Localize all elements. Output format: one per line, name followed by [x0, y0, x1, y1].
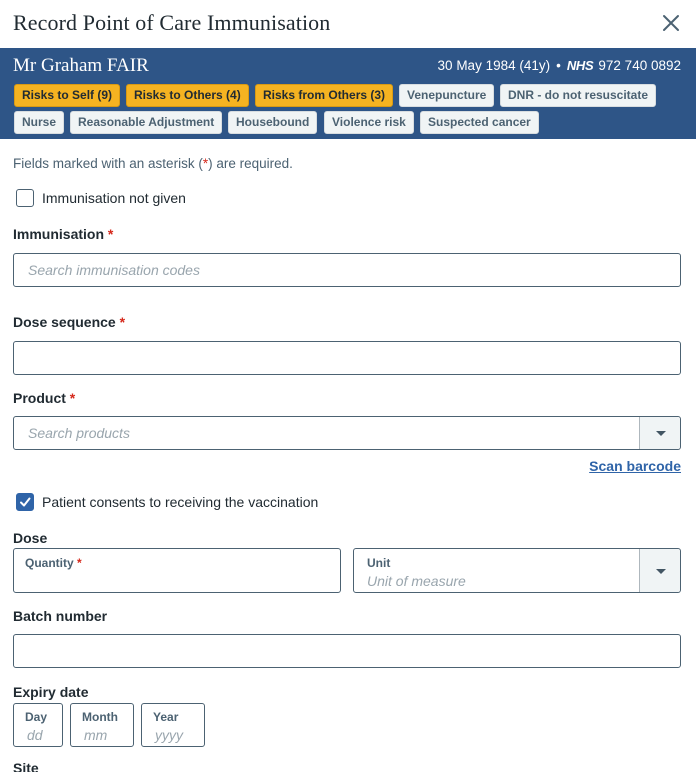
dose-quantity-input[interactable]: Quantity * — [13, 548, 341, 593]
chevron-down-icon — [656, 568, 666, 574]
year-placeholder: yyyy — [155, 727, 183, 743]
batch-number-label: Batch number — [13, 608, 108, 624]
alert-dnr[interactable]: DNR - do not resuscitate — [500, 84, 657, 107]
close-icon[interactable] — [660, 12, 682, 34]
chevron-down-icon — [656, 431, 666, 436]
expiry-year-input[interactable]: Year yyyy — [141, 703, 205, 747]
alert-violence-risk[interactable]: Violence risk — [324, 111, 414, 134]
dose-unit-select[interactable]: Unit Unit of measure — [353, 548, 681, 593]
quantity-label: Quantity * — [25, 556, 82, 570]
dialog-title: Record Point of Care Immunisation — [13, 10, 331, 35]
unit-dropdown-button[interactable] — [639, 549, 680, 592]
expiry-date-label: Expiry date — [13, 684, 89, 700]
checkmark-icon — [20, 497, 31, 507]
immunisation-label: Immunisation * — [13, 226, 114, 242]
nhs-logo-icon: NHS — [566, 58, 594, 73]
dialog-header: Record Point of Care Immunisation — [0, 0, 696, 48]
immunisation-placeholder: Search immunisation codes — [28, 262, 200, 278]
immunisation-search-input[interactable]: Search immunisation codes — [13, 253, 681, 287]
alert-suspected-cancer[interactable]: Suspected cancer — [420, 111, 539, 134]
scan-barcode-link[interactable]: Scan barcode — [589, 458, 681, 474]
separator: • — [556, 58, 561, 73]
expiry-month-input[interactable]: Month mm — [70, 703, 134, 747]
immunisation-not-given-checkbox[interactable] — [16, 189, 34, 207]
dose-sequence-label: Dose sequence * — [13, 314, 126, 330]
required-fields-hint: Fields marked with an asterisk (*) are r… — [13, 156, 293, 171]
patient-banner: Mr Graham FAIR 30 May 1984 (41y) • NHS 9… — [0, 48, 696, 139]
alert-risks-to-others[interactable]: Risks to Others (4) — [126, 84, 249, 107]
unit-label: Unit — [367, 556, 391, 570]
alert-reasonable-adjustment[interactable]: Reasonable Adjustment — [70, 111, 223, 134]
product-placeholder: Search products — [28, 425, 130, 441]
alert-venepuncture[interactable]: Venepuncture — [399, 84, 495, 107]
alert-nurse[interactable]: Nurse — [14, 111, 65, 134]
consent-label[interactable]: Patient consents to receiving the vaccin… — [42, 494, 318, 510]
alert-housebound[interactable]: Housebound — [228, 111, 318, 134]
patient-details: 30 May 1984 (41y) • NHS 972 740 0892 — [438, 58, 681, 73]
nhs-number: 972 740 0892 — [598, 58, 681, 73]
unit-placeholder: Unit of measure — [367, 573, 466, 589]
batch-number-input[interactable] — [13, 634, 681, 668]
patient-name: Mr Graham FAIR — [13, 55, 149, 76]
month-placeholder: mm — [84, 727, 108, 743]
product-search-input[interactable]: Search products — [13, 416, 681, 450]
product-dropdown-button[interactable] — [639, 417, 680, 449]
expiry-day-input[interactable]: Day dd — [13, 703, 63, 747]
year-label: Year — [153, 710, 179, 724]
immunisation-not-given-label[interactable]: Immunisation not given — [42, 190, 186, 206]
product-label: Product * — [13, 390, 76, 406]
dose-sequence-input[interactable] — [13, 341, 681, 375]
site-label: Site — [13, 760, 39, 772]
alert-risks-to-self[interactable]: Risks to Self (9) — [14, 84, 121, 107]
alert-risks-from-others[interactable]: Risks from Others (3) — [255, 84, 394, 107]
day-label: Day — [25, 710, 48, 724]
day-placeholder: dd — [27, 727, 43, 743]
month-label: Month — [82, 710, 118, 724]
consent-checkbox[interactable] — [16, 493, 34, 511]
dose-label: Dose — [13, 530, 48, 546]
patient-dob: 30 May 1984 (41y) — [437, 58, 551, 73]
